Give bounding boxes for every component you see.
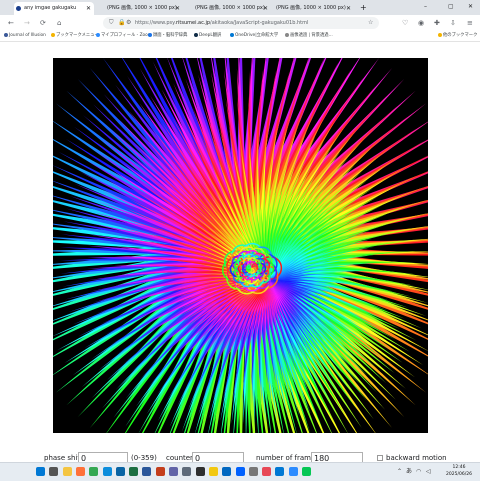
bookmark-item[interactable]: Journal of Illusion xyxy=(4,31,46,41)
windows-taskbar: ⌃ あ ◠ ◁ 12:46 2025/06/26 xyxy=(0,462,480,481)
bookmarks-bar: Journal of Illusion ブックマークメニュー マイプロフィール … xyxy=(0,31,480,42)
reload-button[interactable]: ⟳ xyxy=(40,15,46,31)
permissions-icon[interactable]: ⚙ xyxy=(126,17,131,29)
taskbar-clock[interactable]: 12:46 2025/06/26 xyxy=(441,464,477,478)
start-icon[interactable] xyxy=(36,467,45,476)
tab-png-2[interactable]: (PNG 画像, 1000 × 1000 px) ✕ xyxy=(185,2,271,15)
bookmark-favicon-icon xyxy=(4,32,8,37)
volume-icon[interactable]: ◁ xyxy=(426,463,431,481)
chrome-icon[interactable] xyxy=(89,467,99,476)
extensions-icon[interactable]: ✚ xyxy=(434,15,440,31)
bookmark-item[interactable]: 顔面・脳科学辞典 xyxy=(148,31,187,41)
tab-title: any imgae gakugaku xyxy=(24,5,77,11)
zoom-icon xyxy=(96,32,100,37)
account-icon[interactable]: ◉ xyxy=(418,15,424,31)
minimize-button[interactable]: – xyxy=(424,1,427,13)
onedrive-icon xyxy=(230,32,234,37)
shield-icon[interactable]: ⛉ xyxy=(109,17,114,29)
browser-toolbar: ← → ⟳ ⌂ ⛉ 🔒 ⚙ https://www.psy.ritsumei.a… xyxy=(0,15,480,31)
bookmark-label: Journal of Illusion xyxy=(9,33,46,38)
calendar-icon[interactable] xyxy=(275,467,285,476)
paint-icon[interactable] xyxy=(262,467,272,476)
bookmark-item[interactable]: DeepL翻訳 xyxy=(194,31,221,41)
wifi-icon[interactable]: ◠ xyxy=(416,463,421,481)
deepl-icon xyxy=(194,32,198,37)
url-domain: ritsumei.ac.jp xyxy=(175,20,211,26)
tab-title: (PNG 画像, 1000 × 1000 px) xyxy=(276,5,346,11)
downloads-icon[interactable]: ⇩ xyxy=(450,15,456,31)
back-button[interactable]: ← xyxy=(8,15,14,31)
bookmark-label: マイプロフィール - Zoom xyxy=(101,33,152,38)
url-prefix: https://www.psy. xyxy=(135,20,176,26)
bookmark-label: ブックマークメニュー xyxy=(56,33,99,38)
close-tab-icon[interactable]: ✕ xyxy=(175,2,180,15)
home-button[interactable]: ⌂ xyxy=(57,15,61,31)
ime-icon[interactable]: あ xyxy=(406,463,412,481)
url-text: https://www.psy.ritsumei.ac.jp/akitaoka/… xyxy=(135,17,308,29)
other-bookmarks[interactable]: 他のブックマーク xyxy=(438,31,477,41)
menu-icon[interactable]: ≡ xyxy=(467,15,473,31)
firefox-icon[interactable] xyxy=(75,467,85,476)
edge-icon[interactable] xyxy=(102,467,112,476)
close-tab-icon[interactable]: ✕ xyxy=(346,2,351,15)
bookmark-favicon-icon xyxy=(148,32,152,37)
line-icon[interactable] xyxy=(302,467,311,476)
lock-icon[interactable]: 🔒 xyxy=(118,17,125,29)
bookmark-item[interactable]: マイプロフィール - Zoom xyxy=(96,31,152,41)
word-icon[interactable] xyxy=(142,467,152,476)
tab-active[interactable]: any imgae gakugaku ✕ xyxy=(14,2,94,15)
new-tab-button[interactable]: + xyxy=(360,2,367,13)
site-favicon-icon xyxy=(16,6,21,11)
bookmark-label: DeepL翻訳 xyxy=(199,33,222,38)
mail-icon[interactable] xyxy=(115,467,125,476)
clock-date: 2025/06/26 xyxy=(446,472,472,477)
bookmark-star-icon[interactable]: ☆ xyxy=(368,17,373,29)
folder-icon xyxy=(51,32,55,37)
teams-icon[interactable] xyxy=(169,467,178,476)
dropbox-icon[interactable] xyxy=(235,467,245,476)
terminal-icon[interactable] xyxy=(195,467,205,476)
explorer-icon[interactable] xyxy=(62,467,72,476)
tab-png-3[interactable]: (PNG 画像, 1000 × 1000 px) ✕ xyxy=(266,2,356,15)
tab-strip: any imgae gakugaku ✕ (PNG 画像, 1000 × 100… xyxy=(0,0,480,15)
backward-motion-checkbox[interactable] xyxy=(377,455,383,461)
close-tab-icon[interactable]: ✕ xyxy=(86,2,91,15)
address-bar[interactable]: ⛉ 🔒 ⚙ https://www.psy.ritsumei.ac.jp/aki… xyxy=(103,17,379,29)
close-window-button[interactable]: ✕ xyxy=(468,1,473,13)
excel-icon[interactable] xyxy=(129,467,139,476)
other-bookmarks-label: 他のブックマーク xyxy=(443,33,478,38)
store-icon[interactable] xyxy=(182,467,192,476)
notes-icon[interactable] xyxy=(208,467,218,476)
bookmark-label: 顔面・脳科学辞典 xyxy=(153,33,188,38)
bookmark-label: OneDrive|立命館大学 xyxy=(235,33,279,38)
photos-icon[interactable] xyxy=(222,467,232,476)
search-icon[interactable] xyxy=(49,467,59,476)
zoom-icon[interactable] xyxy=(288,467,298,476)
bookmark-item[interactable]: OneDrive|立命館大学 xyxy=(230,31,278,41)
illusion-canvas[interactable] xyxy=(53,58,428,433)
pocket-icon[interactable]: ♡ xyxy=(402,15,408,31)
url-path: /akitaoka/JavaScript-gakugaku01b.html xyxy=(210,20,309,26)
tab-png-1[interactable]: (PNG 画像, 1000 × 1000 px) ✕ xyxy=(97,2,183,15)
forward-button[interactable]: → xyxy=(24,15,30,31)
tab-title: (PNG 画像, 1000 × 1000 px) xyxy=(195,5,265,11)
tab-title: (PNG 画像, 1000 × 1000 px) xyxy=(107,5,177,11)
tray-overflow-icon[interactable]: ⌃ xyxy=(397,463,402,481)
bookmark-label: 画像透過 | 背景透過… xyxy=(290,33,333,38)
bookmark-item[interactable]: 画像透過 | 背景透過… xyxy=(285,31,333,41)
spiral-illusion-image xyxy=(53,58,428,433)
clock-time: 12:46 xyxy=(452,465,466,470)
powerpoint-icon[interactable] xyxy=(155,467,165,476)
maximize-button[interactable]: ▢ xyxy=(448,1,454,13)
bookmark-favicon-icon xyxy=(285,32,289,37)
folder-icon xyxy=(438,32,442,37)
page-content: phase shift 0 (0-359) counter: 0 number … xyxy=(0,42,480,463)
bookmark-item[interactable]: ブックマークメニュー xyxy=(51,31,99,41)
settings-icon[interactable] xyxy=(248,467,258,476)
